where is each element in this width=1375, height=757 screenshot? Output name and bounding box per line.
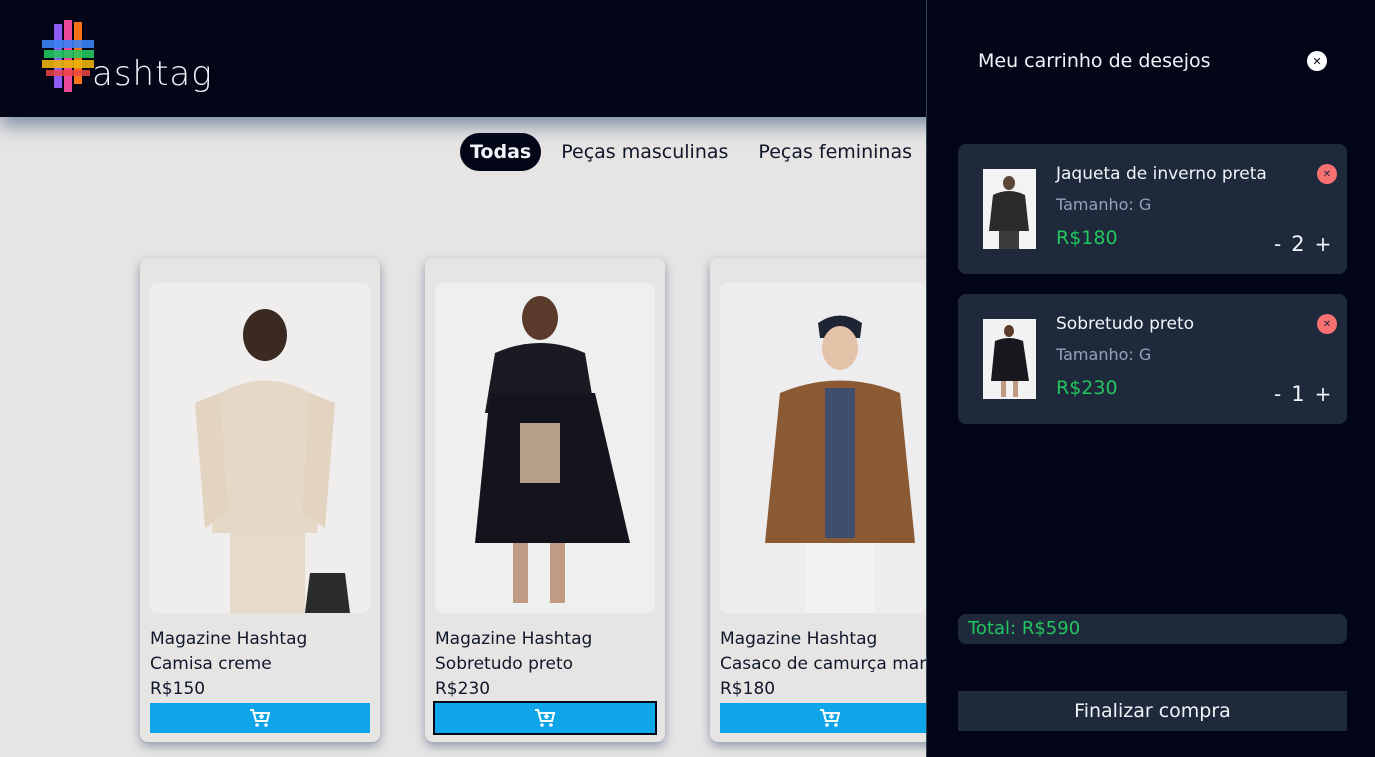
add-to-cart-button[interactable] (150, 703, 370, 733)
increase-quantity-button[interactable]: + (1315, 232, 1332, 256)
cart-plus-icon (250, 709, 271, 727)
filter-todas[interactable]: Todas (460, 133, 542, 171)
product-brand: Magazine Hashtag (150, 629, 308, 649)
cart-plus-icon (535, 709, 556, 727)
add-to-cart-button[interactable] (720, 703, 940, 733)
checkout-button[interactable]: Finalizar compra (958, 691, 1347, 731)
cart-item-image (983, 169, 1036, 249)
product-name: Sobretudo preto (435, 654, 574, 674)
product-price: R$150 (150, 679, 206, 699)
decrease-quantity-button[interactable]: - (1274, 232, 1281, 256)
close-icon: ✕ (1312, 54, 1322, 68)
product-brand: Magazine Hashtag (720, 629, 878, 649)
quantity-stepper: - 1 + (1274, 382, 1331, 406)
hashtag-logo[interactable]: ashtag (40, 18, 220, 98)
increase-quantity-button[interactable]: + (1315, 382, 1332, 406)
logo-text: ashtag (92, 54, 213, 94)
hashtag-logo-mark (42, 20, 94, 92)
quantity-stepper: - 2 + (1274, 232, 1331, 256)
wishlist-cart-panel: Meu carrinho de desejos ✕ Jaqueta de inv… (926, 0, 1375, 757)
close-cart-button[interactable]: ✕ (1307, 51, 1327, 71)
cart-item-price: R$230 (1056, 377, 1118, 399)
cart-item-size: Tamanho: G (1056, 345, 1152, 364)
product-name: Camisa creme (150, 654, 272, 674)
product-name: Casaco de camurça marrom (720, 654, 960, 674)
product-price: R$180 (720, 679, 776, 699)
decrease-quantity-button[interactable]: - (1274, 382, 1281, 406)
product-image (720, 283, 940, 613)
quantity-value: 2 (1291, 232, 1305, 256)
product-image (150, 283, 370, 613)
remove-item-button[interactable]: ✕ (1317, 164, 1337, 184)
product-image (435, 283, 655, 613)
remove-item-button[interactable]: ✕ (1317, 314, 1337, 334)
cart-title: Meu carrinho de desejos (978, 50, 1211, 72)
product-card: Magazine Hashtag Casaco de camurça marro… (710, 258, 960, 742)
cart-item-image (983, 319, 1036, 399)
remove-icon: ✕ (1322, 318, 1332, 330)
cart-item-size: Tamanho: G (1056, 195, 1152, 214)
cart-item-price: R$180 (1056, 227, 1118, 249)
cart-item: Sobretudo preto Tamanho: G R$230 ✕ - 1 + (958, 294, 1347, 424)
quantity-value: 1 (1291, 382, 1305, 406)
category-filters: Todas Peças masculinas Peças femininas (460, 131, 922, 173)
cart-total: Total: R$590 (958, 614, 1347, 644)
cart-item: Jaqueta de inverno preta Tamanho: G R$18… (958, 144, 1347, 274)
product-price: R$230 (435, 679, 491, 699)
cart-item-name: Sobretudo preto (1056, 314, 1195, 334)
product-card: Magazine Hashtag Sobretudo preto R$230 (425, 258, 665, 742)
product-brand: Magazine Hashtag (435, 629, 593, 649)
filter-pecas-femininas[interactable]: Peças femininas (748, 133, 922, 171)
product-card: Magazine Hashtag Camisa creme R$150 (140, 258, 380, 742)
remove-icon: ✕ (1322, 168, 1332, 180)
cart-item-name: Jaqueta de inverno preta (1056, 164, 1267, 184)
add-to-cart-button[interactable] (433, 701, 657, 735)
cart-plus-icon (820, 709, 841, 727)
filter-pecas-masculinas[interactable]: Peças masculinas (551, 133, 738, 171)
